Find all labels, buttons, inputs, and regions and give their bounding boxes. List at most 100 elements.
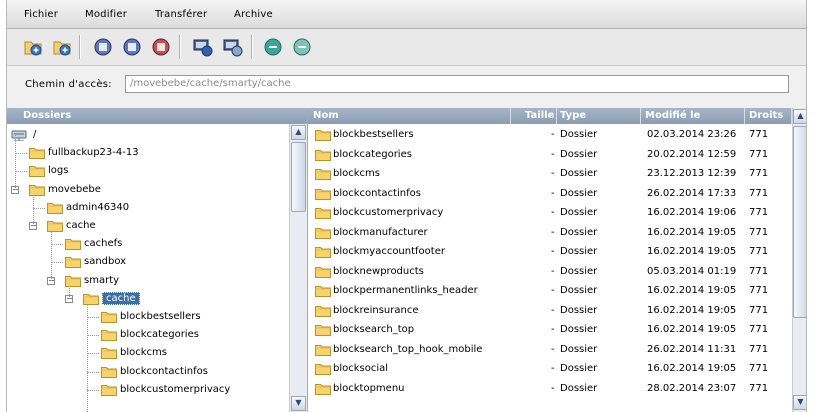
upload-icon[interactable] bbox=[193, 37, 213, 57]
tree-scrollbar[interactable]: ▲ ▼ bbox=[289, 124, 307, 412]
folder-tree-panel: Dossiers / fullbackup23-4-13 logs − movebebe… bbox=[7, 108, 308, 412]
column-type[interactable]: Type bbox=[557, 108, 641, 124]
file-rights: 771 bbox=[749, 226, 769, 238]
file-name: blocktopmenu bbox=[333, 382, 405, 394]
file-size: - bbox=[551, 343, 555, 355]
tree-item-label: logs bbox=[48, 165, 69, 177]
list-item[interactable]: blocktopmenu - Dossier 28.02.2014 23:07 771 bbox=[308, 379, 792, 398]
list-item[interactable]: blocknewproducts - Dossier 05.03.2014 01:19… bbox=[308, 262, 792, 281]
delete-icon[interactable] bbox=[151, 37, 171, 57]
folder-icon bbox=[101, 366, 117, 378]
menu-fichier[interactable]: Fichier bbox=[24, 9, 58, 20]
file-name: blocksearch_top bbox=[333, 324, 415, 335]
list-item[interactable]: blockcustomerprivacy - Dossier 16.02.2014 1… bbox=[308, 203, 792, 222]
tree-item[interactable]: blockbestsellers bbox=[7, 308, 287, 326]
refresh-folder-icon[interactable] bbox=[52, 37, 72, 57]
file-name: blockcategories bbox=[333, 148, 412, 160]
path-label: Chemin d'accès: bbox=[25, 79, 112, 90]
tree-item[interactable]: blockcategories bbox=[7, 326, 287, 344]
file-size: - bbox=[551, 265, 555, 277]
download-icon[interactable] bbox=[223, 37, 243, 57]
column-modified[interactable]: Modifié le bbox=[641, 108, 745, 124]
new-folder-icon[interactable] bbox=[23, 37, 43, 57]
tree-item[interactable]: blockcms bbox=[7, 344, 287, 362]
folder-icon bbox=[101, 384, 117, 396]
scroll-down-button[interactable]: ▼ bbox=[793, 395, 806, 410]
folder-icon bbox=[29, 165, 45, 178]
folder-icon bbox=[47, 220, 63, 232]
column-size[interactable]: Taille bbox=[511, 108, 557, 124]
tree-header: Dossiers bbox=[7, 108, 307, 124]
tree-connector bbox=[87, 335, 99, 337]
tree-root[interactable]: / bbox=[7, 126, 287, 144]
file-type: Dossier bbox=[560, 129, 598, 140]
path-row: Chemin d'accès: /movebebe/cache/smarty/c… bbox=[7, 66, 806, 104]
list-item[interactable]: blocksearch_top_hook_mobile - Dossier 26.02… bbox=[308, 340, 792, 359]
file-size: - bbox=[551, 382, 555, 394]
list-item[interactable]: blocksearch_top - Dossier 16.02.2014 19:05 7… bbox=[308, 320, 792, 339]
folder-icon bbox=[315, 207, 331, 219]
list-item[interactable]: blockcategories - Dossier 20.02.2014 12:59 7… bbox=[308, 145, 792, 164]
tree-item[interactable]: admin46340 bbox=[7, 199, 287, 217]
list-item[interactable]: blockbestsellers - Dossier 02.03.2014 23:26… bbox=[308, 125, 792, 144]
folder-icon bbox=[101, 311, 117, 323]
tree-item[interactable]: logs bbox=[7, 162, 287, 180]
list-item[interactable]: blockcms - Dossier 23.12.2013 12:39 771 bbox=[308, 164, 792, 183]
tree-item[interactable]: − smarty bbox=[7, 272, 287, 290]
tree-item[interactable]: − movebebe bbox=[7, 181, 287, 199]
column-name[interactable]: Nom bbox=[308, 108, 511, 124]
scroll-up-button[interactable]: ▲ bbox=[793, 109, 806, 124]
file-modified: 20.02.2014 12:59 bbox=[647, 148, 737, 160]
scroll-thumb[interactable] bbox=[291, 142, 306, 212]
tree-item[interactable]: − cache bbox=[7, 290, 287, 308]
folder-icon bbox=[315, 344, 331, 356]
tree-item[interactable]: − cache bbox=[7, 217, 287, 235]
file-modified: 28.02.2014 23:07 bbox=[647, 382, 737, 394]
compress-icon[interactable] bbox=[263, 37, 283, 57]
menu-archive[interactable]: Archive bbox=[234, 9, 273, 20]
tree-connector bbox=[15, 171, 27, 173]
file-type: Dossier bbox=[560, 168, 598, 179]
scroll-thumb[interactable] bbox=[793, 126, 806, 318]
menu-modifier[interactable]: Modifier bbox=[85, 9, 127, 20]
list-item[interactable]: blockmyaccountfooter - Dossier 16.02.2014 1… bbox=[308, 242, 792, 261]
tree-item[interactable]: blockcustomerprivacy bbox=[7, 381, 287, 399]
tree-item-label: blockbestsellers bbox=[120, 311, 201, 322]
file-type: Dossier bbox=[560, 148, 598, 160]
folder-icon bbox=[101, 347, 117, 360]
list-item[interactable]: blockcontactinfos - Dossier 26.02.2014 17:3… bbox=[308, 184, 792, 203]
menu-transferer[interactable]: Transférer bbox=[155, 9, 207, 20]
file-size: - bbox=[551, 246, 555, 257]
folder-icon bbox=[315, 363, 331, 375]
folder-icon bbox=[47, 202, 63, 214]
tree-item[interactable]: blockcontactinfos bbox=[7, 363, 287, 381]
folder-icon bbox=[315, 227, 331, 239]
tree-item[interactable]: sandbox bbox=[7, 253, 287, 271]
list-item[interactable]: blockreinsurance - Dossier 16.02.2014 19:05… bbox=[308, 301, 792, 320]
list-scrollbar[interactable]: ▲ ▼ bbox=[792, 108, 806, 412]
extract-icon[interactable] bbox=[292, 37, 312, 57]
tree-item[interactable]: fullbackup23-4-13 bbox=[7, 144, 287, 162]
list-item[interactable]: blockmanufacturer - Dossier 16.02.2014 19:0… bbox=[308, 223, 792, 242]
tree-item[interactable]: cachefs bbox=[7, 235, 287, 253]
tree-connector bbox=[51, 231, 52, 281]
scroll-down-button[interactable]: ▼ bbox=[291, 396, 306, 411]
scroll-up-button[interactable]: ▲ bbox=[291, 125, 306, 140]
folder-icon bbox=[65, 275, 81, 287]
copy-icon[interactable] bbox=[93, 37, 113, 57]
move-icon[interactable] bbox=[122, 37, 142, 57]
list-item[interactable]: blocksocial - Dossier 16.02.2014 19:05 771 bbox=[308, 359, 792, 378]
folder-icon bbox=[315, 305, 331, 317]
path-input[interactable]: /movebebe/cache/smarty/cache bbox=[125, 75, 789, 93]
file-modified: 16.02.2014 19:05 bbox=[647, 285, 737, 296]
column-rights[interactable]: Droits bbox=[745, 108, 792, 124]
tree-item-label: blockcustomerprivacy bbox=[120, 383, 231, 395]
list-item[interactable]: blockpermanentlinks_header - Dossier 16.02.… bbox=[308, 281, 792, 300]
file-modified: 02.03.2014 23:26 bbox=[647, 129, 737, 140]
folder-icon bbox=[315, 188, 331, 200]
file-name: blockcontactinfos bbox=[333, 187, 421, 199]
file-name: blockcms bbox=[333, 168, 380, 179]
tree-connector bbox=[15, 153, 27, 155]
tree-item-label: admin46340 bbox=[66, 201, 130, 213]
toolbar-separator bbox=[251, 35, 253, 59]
